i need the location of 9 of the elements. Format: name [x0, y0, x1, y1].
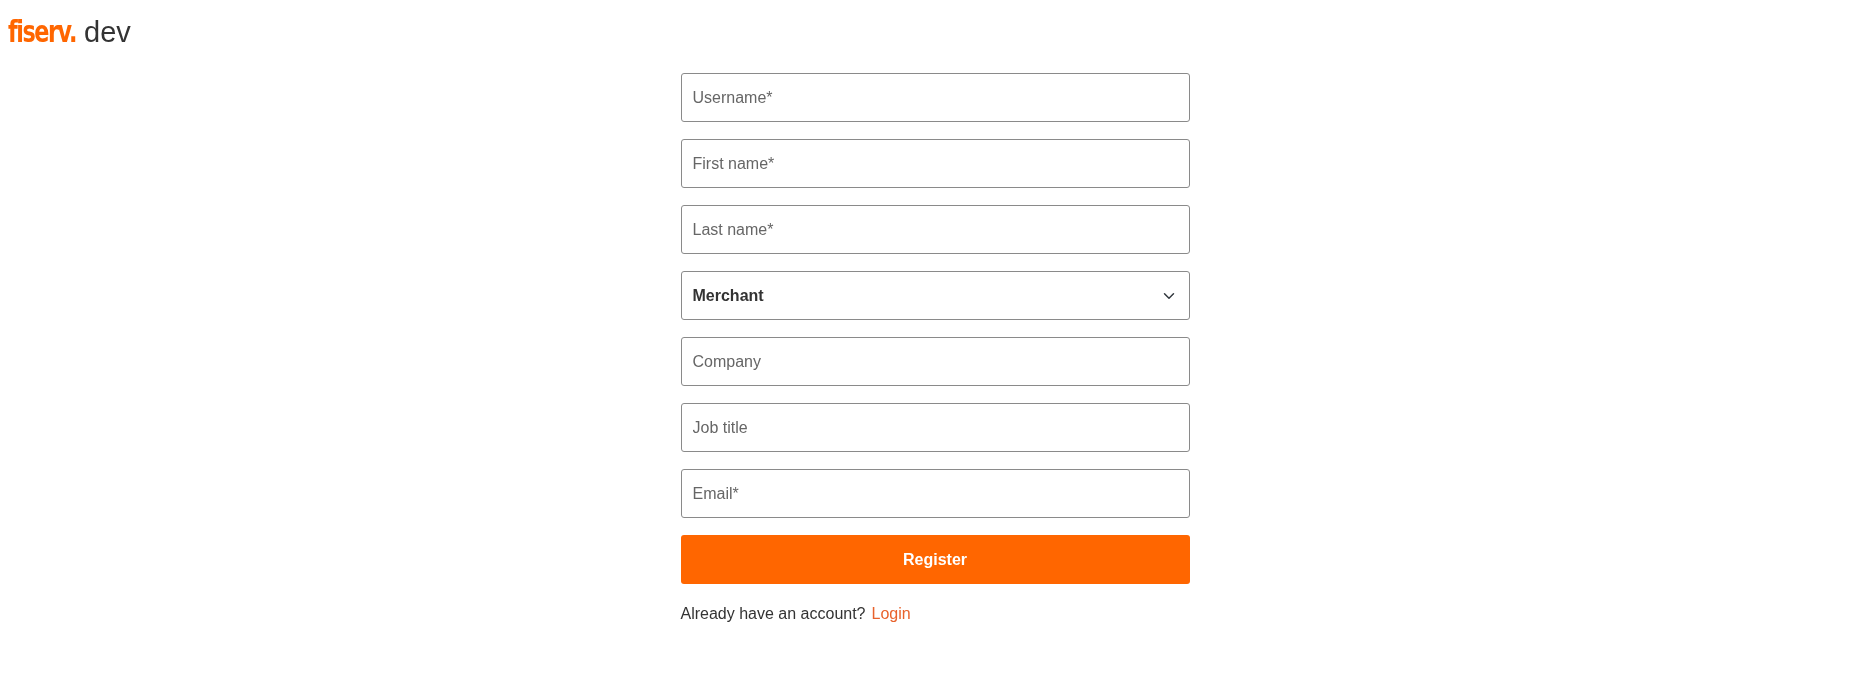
input-field[interactable]: Last name*: [680, 205, 1190, 254]
input-field[interactable]: Job title: [680, 403, 1190, 452]
input-field[interactable]: Company: [680, 337, 1190, 386]
role-dropdown[interactable]: Merchant: [680, 271, 1190, 320]
input-field[interactable]: Email*: [680, 469, 1190, 518]
logo[interactable]: fiserv. dev: [8, 16, 131, 47]
input-field[interactable]: Username*: [680, 73, 1190, 122]
input-field[interactable]: First name*: [680, 139, 1190, 188]
account-prompt: Already have an account?: [680, 605, 866, 622]
